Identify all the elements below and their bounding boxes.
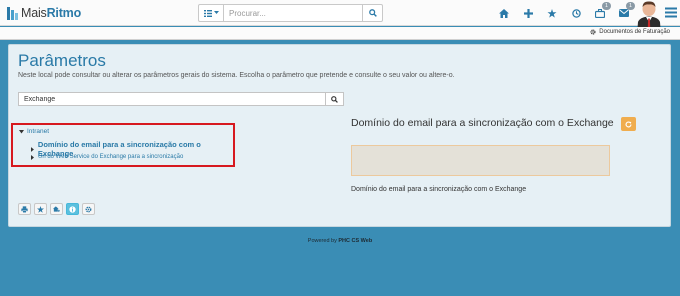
tree-node-intranet[interactable]: Intranet bbox=[19, 128, 49, 135]
footer: Powered by PHC CS Web bbox=[0, 238, 680, 244]
parameter-tree: Intranet Domínio do email para a sincron… bbox=[11, 123, 235, 167]
history-button[interactable] bbox=[564, 5, 588, 21]
caret-down-icon bbox=[19, 129, 24, 133]
footer-product-link[interactable]: PHC CS Web bbox=[338, 238, 372, 244]
tree-item-webservice-url[interactable]: Url do Web Service do Exchange para a si… bbox=[31, 154, 183, 160]
gear-icon bbox=[590, 29, 596, 35]
mail-icon bbox=[619, 9, 629, 17]
billing-documents-label: Documentos de Faturação bbox=[599, 29, 670, 35]
messages-badge: 1 bbox=[626, 2, 635, 10]
messages-button[interactable]: 1 bbox=[612, 2, 636, 21]
star-icon bbox=[547, 8, 557, 18]
print-icon bbox=[21, 205, 28, 213]
tasks-badge: 1 bbox=[602, 2, 611, 10]
parameters-panel: Parâmetros Neste local pode consultar ou… bbox=[8, 44, 671, 227]
briefcase-icon bbox=[595, 8, 605, 18]
parameter-detail-description: Domínio do email para a sincronização co… bbox=[351, 186, 527, 193]
add-home-button[interactable] bbox=[50, 203, 63, 215]
home-button[interactable] bbox=[492, 5, 516, 21]
nav-icons: 1 1 bbox=[492, 2, 636, 21]
page-title: Parâmetros bbox=[18, 51, 106, 70]
gear-icon bbox=[85, 206, 92, 212]
parameter-detail-title: Domínio do email para a sincronização co… bbox=[351, 117, 614, 129]
search-icon bbox=[331, 95, 338, 103]
add-icon bbox=[53, 205, 60, 212]
search-icon bbox=[368, 9, 377, 17]
tasks-button[interactable]: 1 bbox=[588, 2, 612, 21]
footer-prefix: Powered by bbox=[307, 238, 337, 244]
sub-toolbar: Documentos de Faturação bbox=[0, 27, 680, 40]
caret-right-icon bbox=[31, 146, 34, 152]
plus-icon bbox=[523, 8, 533, 18]
page-description: Neste local pode consultar ou alterar os… bbox=[18, 72, 455, 79]
maisritmo-logo-icon bbox=[7, 6, 18, 20]
search-button[interactable] bbox=[363, 4, 383, 22]
tree-item-label: Url do Web Service do Exchange para a si… bbox=[38, 154, 184, 160]
search-input[interactable] bbox=[224, 4, 363, 22]
top-navbar: MaisRitmo 1 bbox=[0, 0, 680, 35]
brand-name: MaisRitmo bbox=[21, 6, 82, 20]
favorites-button[interactable] bbox=[540, 5, 564, 21]
caret-right-icon bbox=[31, 154, 34, 160]
parameter-filter-button[interactable] bbox=[326, 92, 344, 106]
settings-button[interactable] bbox=[82, 203, 95, 215]
home-icon bbox=[499, 8, 509, 18]
clock-icon bbox=[571, 8, 581, 18]
search-group bbox=[198, 4, 383, 22]
print-button[interactable] bbox=[18, 203, 31, 215]
brand-logo[interactable]: MaisRitmo bbox=[6, 4, 81, 22]
star-icon bbox=[37, 205, 44, 213]
billing-documents-link[interactable]: Documentos de Faturação bbox=[590, 29, 670, 35]
parameter-value-box[interactable] bbox=[351, 145, 610, 176]
hamburger-menu-icon[interactable] bbox=[665, 7, 677, 18]
menu-dropdown-button[interactable] bbox=[198, 4, 224, 22]
favorite-button[interactable] bbox=[34, 203, 47, 215]
info-button[interactable] bbox=[66, 203, 79, 215]
parameter-filter bbox=[18, 92, 344, 106]
edit-parameter-button[interactable] bbox=[621, 117, 636, 131]
list-icon bbox=[203, 9, 212, 17]
add-button[interactable] bbox=[516, 5, 540, 21]
tree-node-label: Intranet bbox=[27, 128, 50, 135]
tree-toolbar bbox=[18, 203, 95, 215]
parameter-filter-input[interactable] bbox=[18, 92, 326, 106]
refresh-icon bbox=[625, 121, 632, 127]
caret-down-icon bbox=[213, 11, 219, 14]
info-icon bbox=[69, 205, 76, 213]
